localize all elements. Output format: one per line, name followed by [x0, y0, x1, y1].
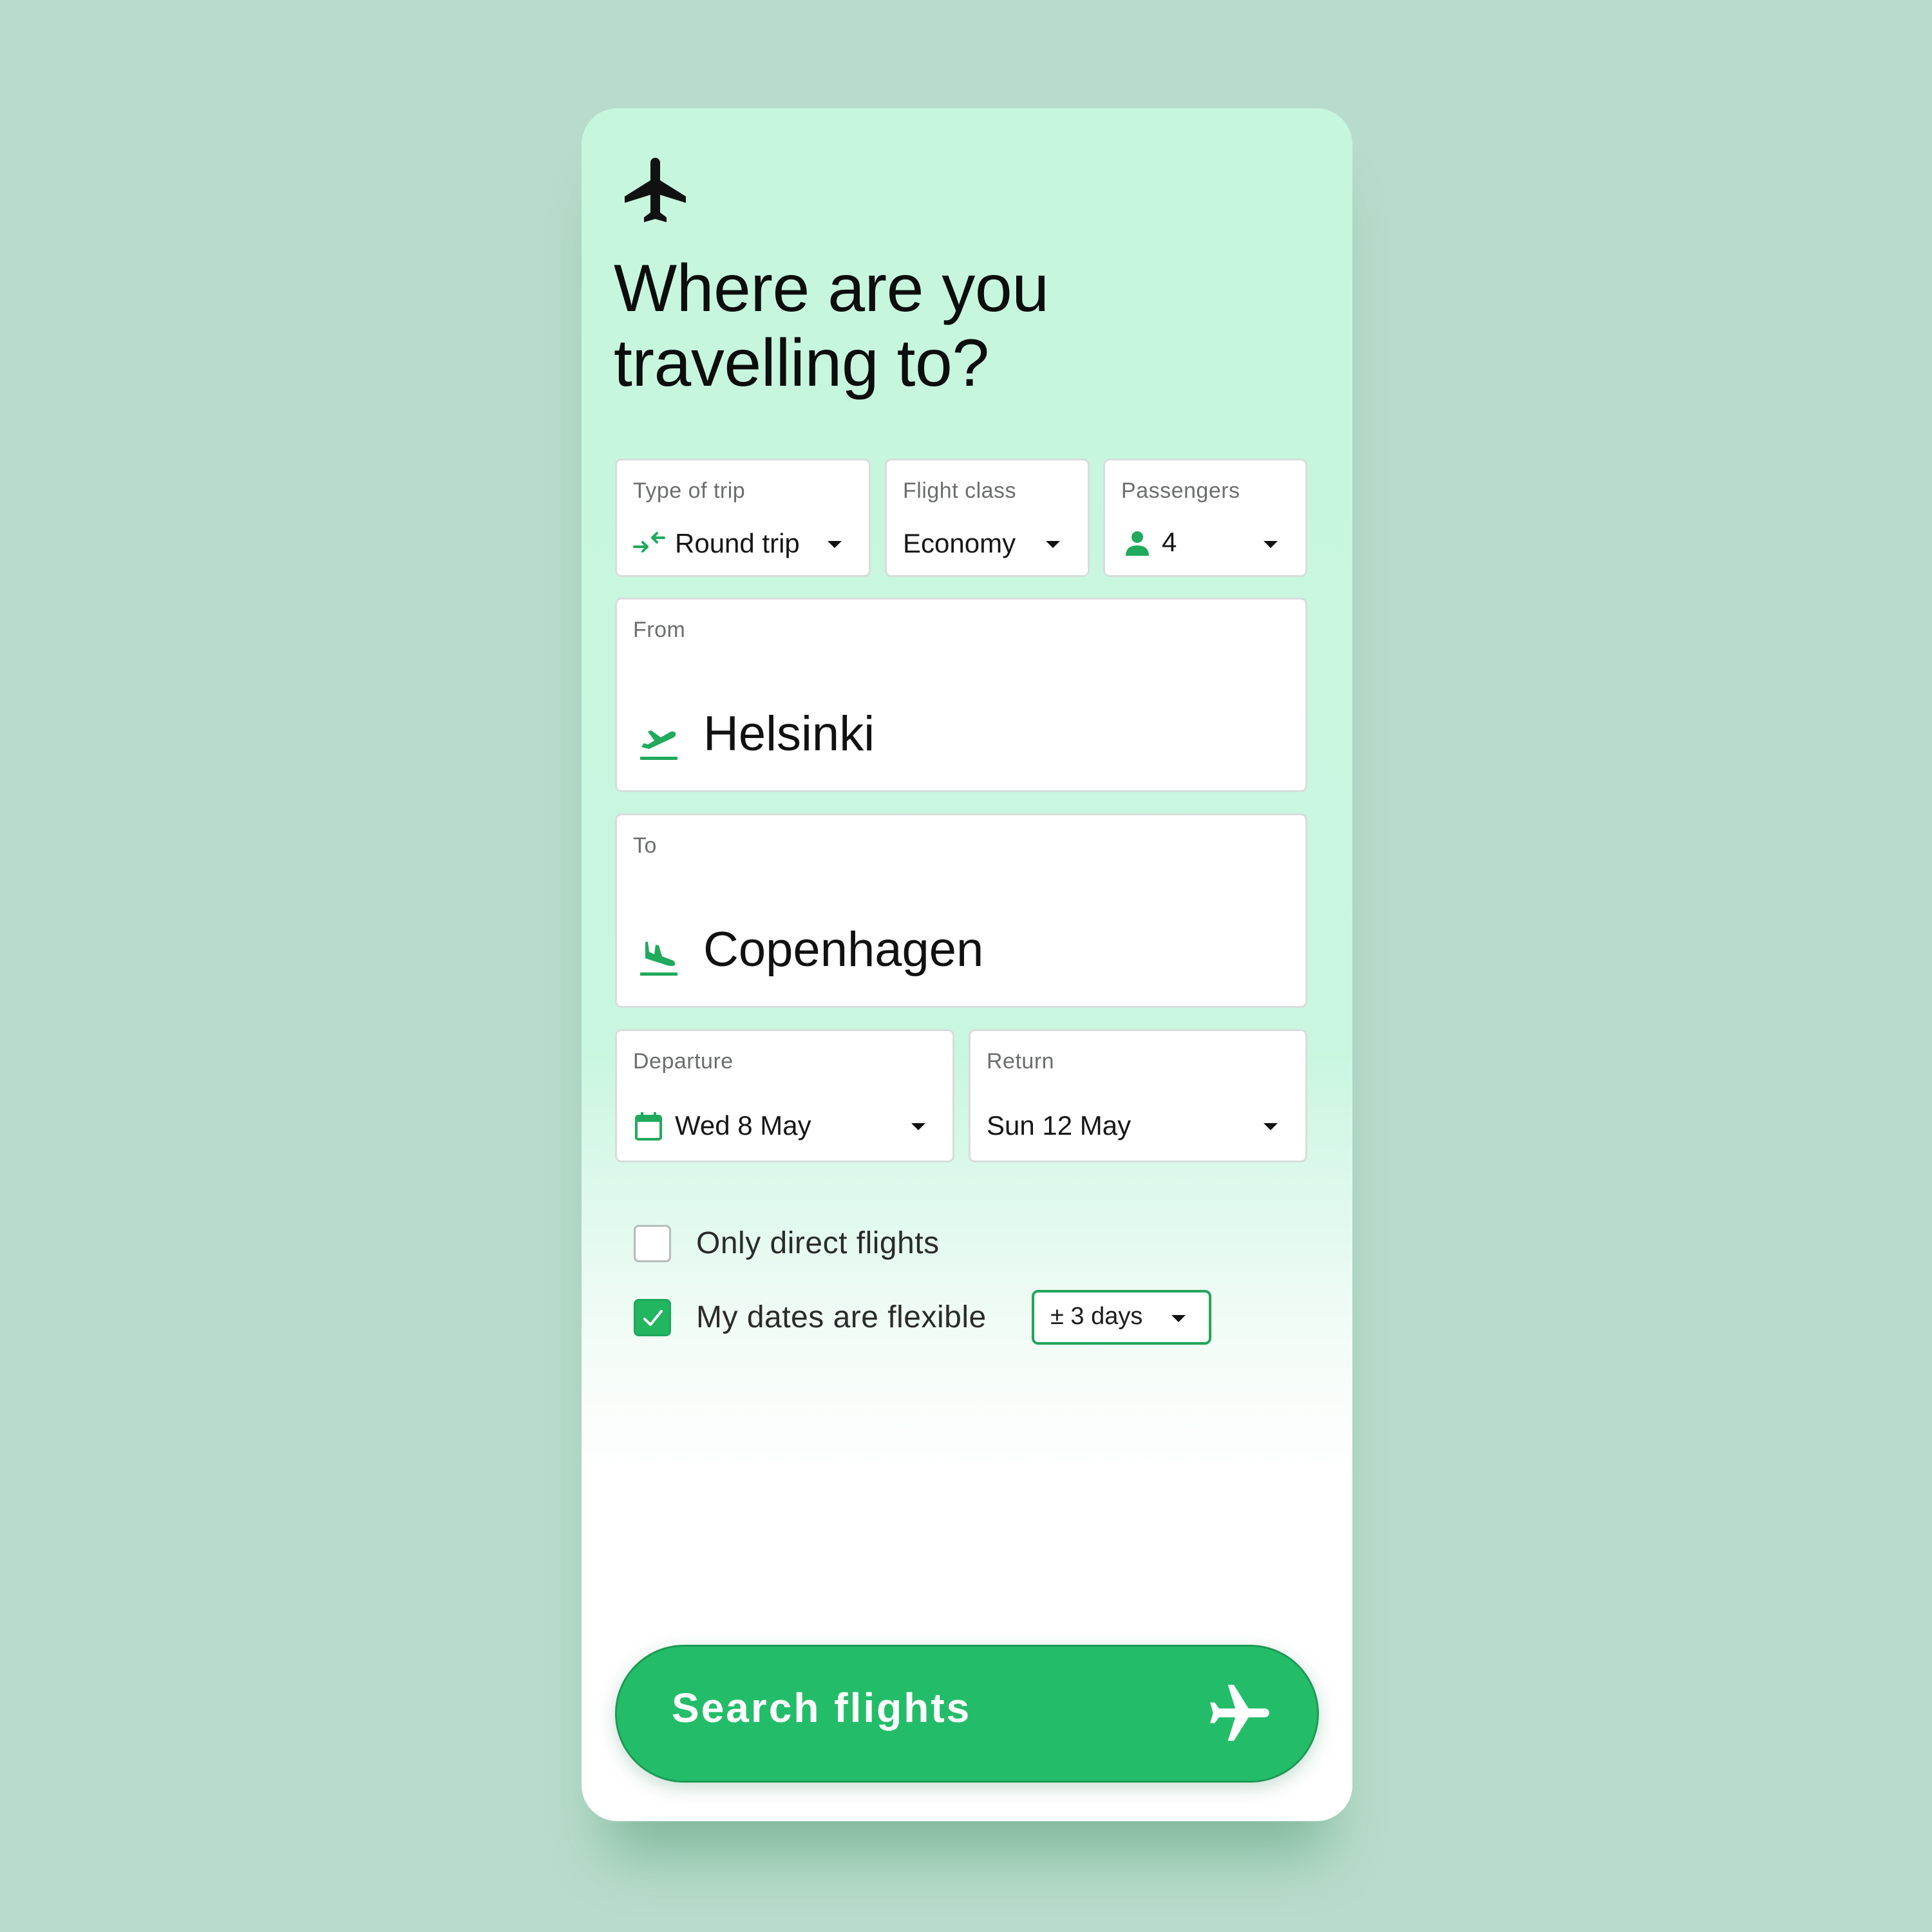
- chevron-down-icon: [1264, 1123, 1278, 1130]
- from-label: From: [633, 618, 686, 642]
- departure-label: Departure: [633, 1049, 734, 1074]
- flexible-dates-label: My dates are flexible: [696, 1300, 987, 1334]
- flexible-range-value: ± 3 days: [1050, 1303, 1143, 1330]
- title-line-1: Where are you: [614, 251, 1049, 326]
- takeoff-icon: [640, 730, 677, 760]
- direct-flights-label: Only direct flights: [696, 1226, 940, 1260]
- chevron-down-icon: [828, 541, 842, 548]
- passengers-value: 4: [1162, 527, 1177, 557]
- passengers-label: Passengers: [1121, 478, 1240, 503]
- to-label: To: [633, 833, 657, 858]
- flexible-range-select[interactable]: ± 3 days: [1032, 1290, 1211, 1345]
- chevron-down-icon: [1171, 1315, 1186, 1322]
- trip-type-value: Round trip: [675, 528, 800, 558]
- search-flights-label: Search flights: [672, 1685, 972, 1731]
- flexible-dates-checkbox[interactable]: [634, 1299, 671, 1336]
- to-field[interactable]: To Copenhagen: [615, 813, 1307, 1008]
- airplane-icon: [1210, 1685, 1269, 1741]
- direct-flights-checkbox[interactable]: [634, 1225, 671, 1262]
- from-value: Helsinki: [703, 706, 875, 761]
- trip-type-select[interactable]: Type of trip Round trip: [615, 459, 871, 577]
- search-flights-button[interactable]: Search flights: [615, 1645, 1319, 1783]
- trip-type-label: Type of trip: [633, 478, 746, 503]
- chevron-down-icon: [911, 1123, 925, 1130]
- checkmark-icon: [643, 1310, 663, 1326]
- calendar-icon: [635, 1112, 662, 1141]
- flight-class-value: Economy: [903, 528, 1016, 558]
- passengers-select[interactable]: Passengers 4: [1103, 459, 1307, 577]
- chevron-down-icon: [1046, 541, 1060, 548]
- return-label: Return: [987, 1049, 1055, 1074]
- page-title: Where are you travelling to?: [614, 251, 1049, 401]
- chevron-down-icon: [1264, 541, 1278, 548]
- from-field[interactable]: From Helsinki: [615, 598, 1307, 792]
- departure-date-select[interactable]: Departure Wed 8 May: [615, 1029, 954, 1162]
- to-value: Copenhagen: [703, 922, 984, 977]
- airplane-icon: [625, 158, 686, 222]
- departure-value: Wed 8 May: [675, 1110, 811, 1141]
- landing-icon: [640, 942, 677, 976]
- flight-class-select[interactable]: Flight class Economy: [885, 459, 1090, 577]
- title-line-2: travelling to?: [614, 326, 989, 401]
- flight-class-label: Flight class: [903, 478, 1017, 503]
- person-icon: [1126, 531, 1149, 556]
- return-value: Sun 12 May: [987, 1110, 1132, 1141]
- return-date-select[interactable]: Return Sun 12 May: [969, 1029, 1307, 1162]
- round-trip-arrows-icon: [633, 532, 665, 553]
